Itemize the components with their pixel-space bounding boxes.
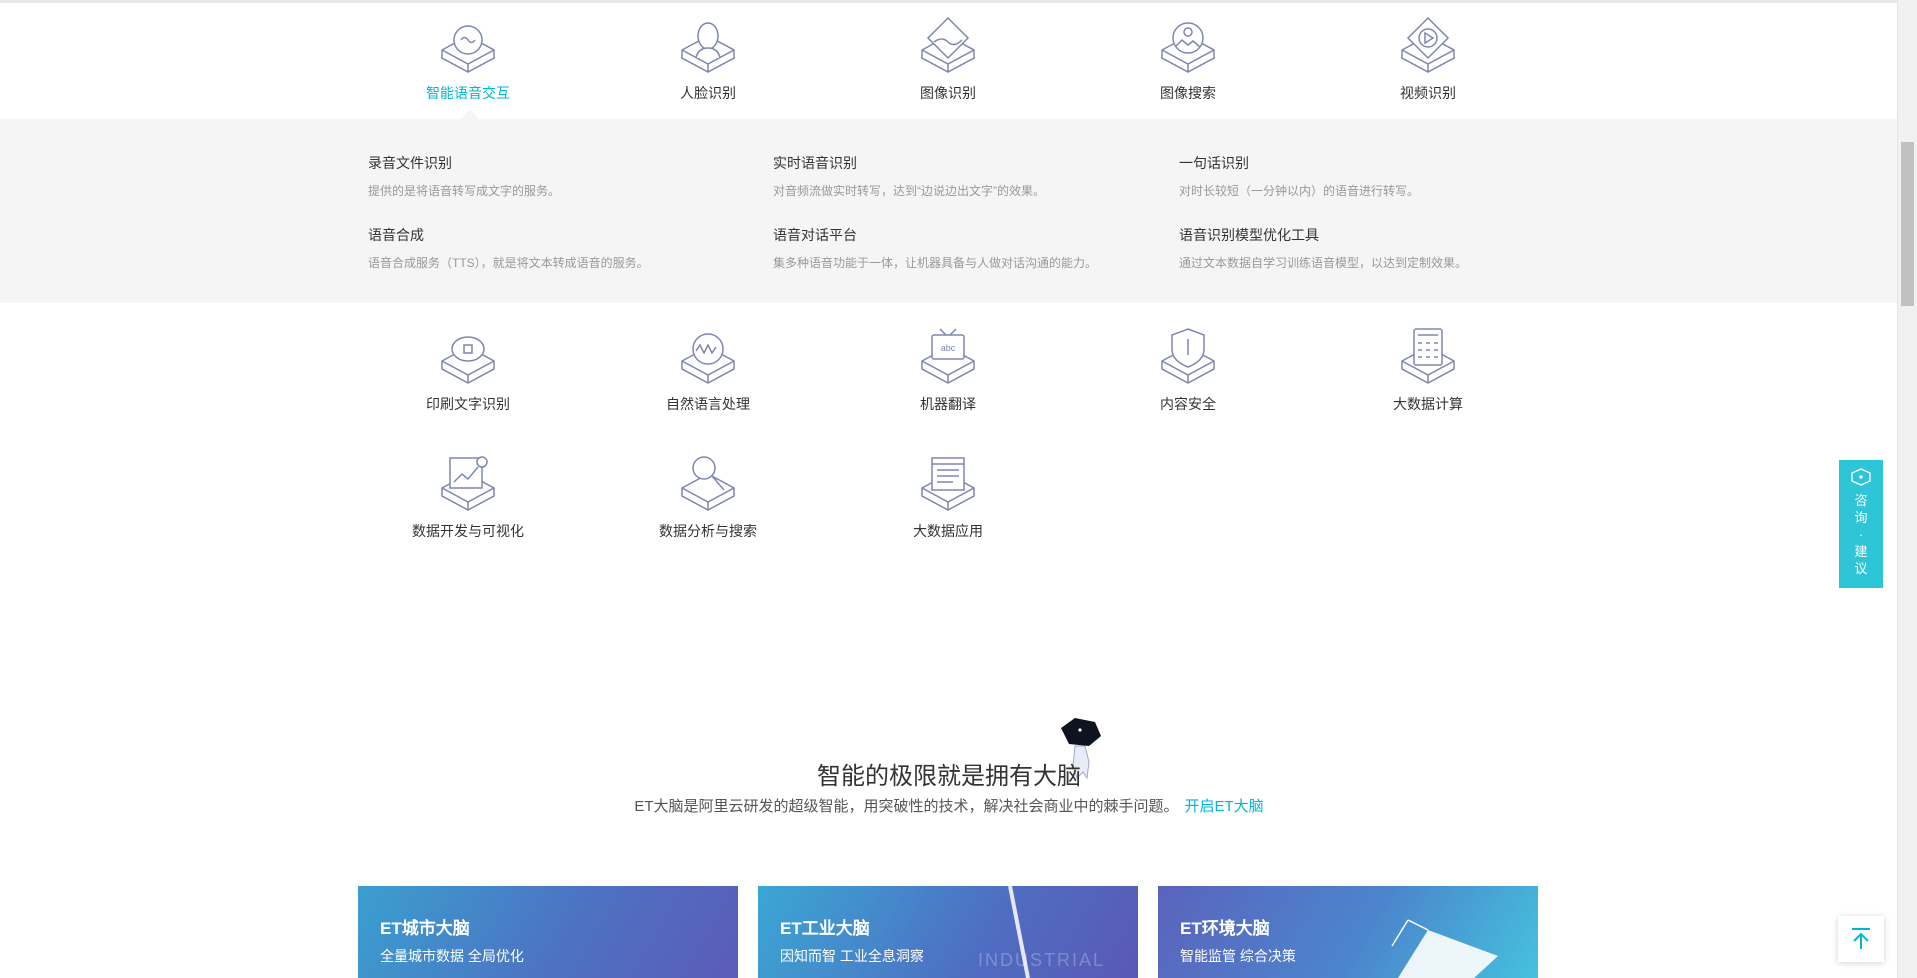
category-label: 智能语音交互 <box>426 85 510 101</box>
active-caret <box>461 109 479 119</box>
ocr-icon <box>441 336 495 384</box>
subproduct-item[interactable]: 实时语音识别 对音频流做实时转写，达到“边说边出文字”的效果。 <box>773 153 1153 199</box>
category-label: 人脸识别 <box>680 85 736 101</box>
scrollbar-thumb[interactable] <box>1901 142 1914 306</box>
subproduct-desc: 提供的是将语音转写成文字的服务。 <box>368 184 561 198</box>
subproduct-title[interactable]: 录音文件识别 <box>368 153 748 173</box>
category-big-data-application[interactable]: 大数据应用 <box>868 452 1028 541</box>
category-label: 印刷文字识别 <box>426 396 510 412</box>
image-icon <box>921 16 975 73</box>
back-to-top-button[interactable] <box>1838 916 1884 962</box>
category-image-search[interactable]: 图像搜索 <box>1108 14 1268 103</box>
data-visual-icon <box>441 456 495 511</box>
category-image-recognition[interactable]: 图像识别 <box>868 14 1028 103</box>
subproduct-title[interactable]: 实时语音识别 <box>773 153 1153 173</box>
category-big-data-compute[interactable]: 大数据计算 <box>1348 325 1508 414</box>
category-face-recognition[interactable]: 人脸识别 <box>628 14 788 103</box>
et-card-environment[interactable]: ET环境大脑 智能监管 综合决策 <box>1158 886 1538 978</box>
satellite-dish-icon <box>1391 919 1498 978</box>
subproduct-item[interactable]: 语音对话平台 集多种语音功能于一体，让机器具备与人做对话沟通的能力。 <box>773 225 1153 271</box>
subproduct-desc: 对时长较短（一分钟以内）的语音进行转写。 <box>1179 184 1420 198</box>
video-icon <box>1401 16 1455 73</box>
et-subtitle-text: ET大脑是阿里云研发的超级智能，用突破性的技术，解决社会商业中的棘手问题。 <box>634 798 1179 815</box>
subproduct-item[interactable]: 语音合成 语音合成服务（TTS），就是将文本转成语音的服务。 <box>368 225 748 271</box>
et-card-subtitle: 智能监管 综合决策 <box>1180 948 1296 964</box>
category-nlp[interactable]: 自然语言处理 <box>628 325 788 414</box>
category-label: 自然语言处理 <box>666 396 750 412</box>
category-label: 机器翻译 <box>920 396 976 412</box>
image-search-icon <box>1161 22 1215 73</box>
et-card-title: ET环境大脑 <box>1180 919 1270 938</box>
vertical-scrollbar[interactable] <box>1897 0 1917 978</box>
subproduct-title[interactable]: 语音识别模型优化工具 <box>1179 225 1559 245</box>
et-card-subtitle: 全量城市数据 全局优化 <box>380 948 524 964</box>
et-section-title: 智能的极限就是拥有大脑 <box>817 763 1081 790</box>
nlp-icon <box>681 333 735 384</box>
voice-icon <box>441 25 495 73</box>
translate-icon: abc <box>921 328 975 384</box>
calculator-icon <box>1401 328 1455 384</box>
et-card-title: ET城市大脑 <box>380 919 470 938</box>
category-voice-interaction[interactable]: 智能语音交互 <box>388 14 548 103</box>
category-data-analysis-search[interactable]: 数据分析与搜索 <box>628 452 788 541</box>
data-search-icon <box>681 456 735 511</box>
category-data-visualization[interactable]: 数据开发与可视化 <box>388 452 548 541</box>
category-label: 图像识别 <box>920 85 976 101</box>
chat-hexagon-icon <box>1851 468 1871 486</box>
category-label: 图像搜索 <box>1160 85 1216 101</box>
open-et-brain-link[interactable]: 开启ET大脑 <box>1185 798 1264 815</box>
category-label: 数据分析与搜索 <box>659 523 757 539</box>
category-label: 视频识别 <box>1400 85 1456 101</box>
voice-subproducts-panel: 录音文件识别 提供的是将语音转写成文字的服务。 实时语音识别 对音频流做实时转写… <box>0 119 1898 303</box>
category-ocr[interactable]: 印刷文字识别 <box>388 325 548 414</box>
security-shield-icon <box>1161 328 1215 384</box>
category-label: 数据开发与可视化 <box>412 523 524 539</box>
consult-label: 咨询·建议 <box>1854 493 1868 576</box>
subproduct-title[interactable]: 语音对话平台 <box>773 225 1153 245</box>
subproduct-item[interactable]: 录音文件识别 提供的是将语音转写成文字的服务。 <box>368 153 748 199</box>
subproduct-desc: 集多种语音功能于一体，让机器具备与人做对话沟通的能力。 <box>773 256 1098 270</box>
subproduct-desc: 对音频流做实时转写，达到“边说边出文字”的效果。 <box>773 184 1045 198</box>
big-data-app-icon <box>921 457 975 511</box>
subproduct-item[interactable]: 一句话识别 对时长较短（一分钟以内）的语音进行转写。 <box>1179 153 1559 199</box>
category-label: 大数据应用 <box>913 523 983 539</box>
subproduct-desc: 通过文本数据自学习训练语音模型，以达到定制效果。 <box>1179 256 1468 270</box>
category-label: 内容安全 <box>1160 396 1216 412</box>
arrow-up-icon <box>1852 928 1870 949</box>
category-content-security[interactable]: 内容安全 <box>1108 325 1268 414</box>
top-border <box>0 0 1898 3</box>
et-card-subtitle: 因知而智 工业全息洞察 <box>780 948 924 964</box>
et-card-city[interactable]: ET城市大脑 全量城市数据 全局优化 <box>358 886 738 978</box>
et-section-subtitle: ET大脑是阿里云研发的超级智能，用突破性的技术，解决社会商业中的棘手问题。 开启E… <box>0 795 1898 816</box>
et-card-industrial[interactable]: INDUSTRIAL ET工业大脑 因知而智 工业全息洞察 <box>758 886 1138 978</box>
subproduct-desc: 语音合成服务（TTS），就是将文本转成语音的服务。 <box>368 256 649 270</box>
et-card-title: ET工业大脑 <box>780 919 870 938</box>
face-icon <box>681 22 735 73</box>
consult-feedback-button[interactable]: 咨询·建议 <box>1839 460 1883 588</box>
et-card-ghost-text: INDUSTRIAL <box>978 950 1106 970</box>
subproduct-title[interactable]: 一句话识别 <box>1179 153 1559 173</box>
svg-text:abc: abc <box>941 343 956 353</box>
subproduct-title[interactable]: 语音合成 <box>368 225 748 245</box>
subproduct-item[interactable]: 语音识别模型优化工具 通过文本数据自学习训练语音模型，以达到定制效果。 <box>1179 225 1559 271</box>
category-machine-translation[interactable]: abc 机器翻译 <box>868 325 1028 414</box>
category-label: 大数据计算 <box>1393 396 1463 412</box>
category-video-recognition[interactable]: 视频识别 <box>1348 14 1508 103</box>
